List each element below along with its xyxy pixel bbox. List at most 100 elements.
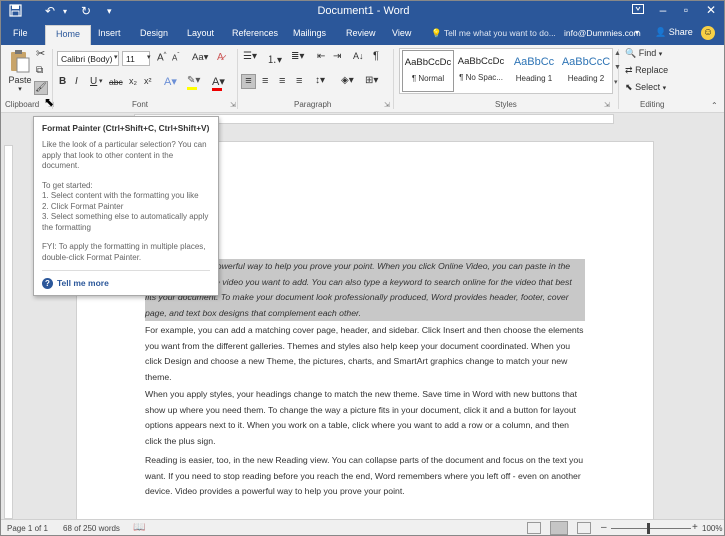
bold-icon[interactable]: B bbox=[59, 76, 66, 87]
styles-group-label: Styles bbox=[495, 100, 517, 109]
tab-view[interactable]: View bbox=[392, 28, 411, 38]
align-center-icon[interactable]: ≡ bbox=[262, 75, 268, 87]
minimize-icon[interactable]: – bbox=[652, 3, 674, 17]
change-case-icon[interactable]: Aa▾ bbox=[192, 52, 208, 63]
underline-dropdown-icon[interactable]: ▾ bbox=[99, 77, 103, 85]
strikethrough-icon[interactable]: abc bbox=[109, 77, 123, 87]
tab-home[interactable]: Home bbox=[45, 25, 92, 45]
feedback-smiley-icon[interactable]: ☺ bbox=[701, 26, 715, 40]
highlight-color-swatch bbox=[187, 87, 197, 90]
shrink-font-icon[interactable]: Aˇ bbox=[172, 53, 179, 63]
vertical-ruler[interactable] bbox=[1, 125, 15, 519]
print-layout-icon[interactable] bbox=[550, 521, 568, 535]
find-dropdown-icon[interactable]: ▾ bbox=[659, 51, 663, 58]
select-button[interactable]: ⬉ Select ▾ bbox=[625, 82, 666, 93]
page-count[interactable]: Page 1 of 1 bbox=[7, 524, 48, 533]
close-icon[interactable]: ✕ bbox=[700, 3, 722, 17]
tab-layout[interactable]: Layout bbox=[187, 28, 214, 38]
zoom-level[interactable]: 100% bbox=[702, 524, 722, 533]
tab-references[interactable]: References bbox=[232, 28, 278, 38]
styles-more-icon[interactable]: ▾ bbox=[614, 78, 618, 86]
paragraph[interactable]: For example, you can add a matching cove… bbox=[145, 323, 585, 385]
separator bbox=[393, 49, 394, 109]
tell-me-box[interactable]: 💡 Tell me what you want to do... bbox=[431, 28, 556, 39]
proofing-icon[interactable]: 📖 bbox=[133, 522, 145, 533]
font-launcher-icon[interactable]: ⇲ bbox=[230, 101, 236, 109]
sort-icon[interactable]: A↓ bbox=[353, 51, 364, 61]
zoom-slider-thumb[interactable] bbox=[647, 523, 650, 534]
zoom-out-icon[interactable]: – bbox=[601, 522, 607, 533]
tab-insert[interactable]: Insert bbox=[98, 28, 121, 38]
paragraph[interactable]: When you apply styles, your headings cha… bbox=[145, 387, 585, 449]
tooltip-step: 1. Select content with the formatting yo… bbox=[42, 191, 199, 200]
mouse-pointer-icon: ⬉ bbox=[44, 95, 55, 109]
word-count[interactable]: 68 of 250 words bbox=[63, 524, 120, 533]
borders-icon[interactable]: ⊞▾ bbox=[365, 75, 378, 86]
select-dropdown-icon[interactable]: ▾ bbox=[663, 85, 667, 92]
bullets-icon[interactable]: ☰▾ bbox=[243, 51, 257, 62]
copy-icon[interactable]: ⧉ bbox=[36, 65, 43, 76]
subscript-icon[interactable]: x₂ bbox=[129, 76, 137, 86]
numbering-icon[interactable]: ⒈▾ bbox=[267, 51, 282, 66]
share-button[interactable]: 👤 Share bbox=[655, 27, 693, 38]
highlight-icon[interactable]: ✎▾ bbox=[187, 75, 200, 86]
align-right-icon[interactable]: ≡ bbox=[279, 75, 285, 87]
style-no-spacing[interactable]: AaBbCcDc ¶ No Spac... bbox=[455, 50, 507, 92]
style-normal[interactable]: AaBbCcDc ¶ Normal bbox=[402, 50, 454, 92]
text-effects-icon[interactable]: A▾ bbox=[164, 75, 177, 88]
align-left-icon[interactable]: ≡ bbox=[241, 74, 256, 89]
style-name: ¶ No Spac... bbox=[459, 73, 503, 82]
multilevel-list-icon[interactable]: ≣▾ bbox=[291, 51, 304, 62]
font-name-combo[interactable]: Calibri (Body) bbox=[57, 51, 119, 66]
styles-scroll-up-icon[interactable]: ▲ bbox=[614, 50, 621, 57]
font-size-combo[interactable]: 11 bbox=[122, 51, 150, 66]
tooltip-divider bbox=[42, 270, 210, 271]
paragraph-launcher-icon[interactable]: ⇲ bbox=[384, 101, 390, 109]
replace-icon: ⇄ bbox=[625, 65, 633, 75]
tab-file[interactable]: File bbox=[13, 28, 28, 38]
paste-button[interactable]: Paste ▾ bbox=[7, 49, 33, 93]
style-sample: AaBbCcDc bbox=[404, 57, 452, 68]
replace-button[interactable]: ⇄ Replace bbox=[625, 65, 668, 76]
font-name-dropdown-icon[interactable]: ▾ bbox=[114, 53, 118, 61]
tooltip-fyi: FYI: To apply the formatting in multiple… bbox=[42, 242, 206, 262]
share-label: Share bbox=[668, 27, 693, 37]
ribbon-display-options-icon[interactable] bbox=[627, 3, 649, 17]
restore-icon[interactable]: ▫ bbox=[675, 3, 697, 17]
web-layout-icon[interactable] bbox=[577, 522, 591, 534]
paste-dropdown-icon[interactable]: ▾ bbox=[7, 85, 33, 93]
read-mode-icon[interactable] bbox=[527, 522, 541, 534]
find-button[interactable]: 🔍 Find ▾ bbox=[625, 48, 662, 59]
font-color-icon[interactable]: A▾ bbox=[212, 75, 225, 88]
document-title: Document1 - Word bbox=[317, 5, 410, 17]
justify-icon[interactable]: ≡ bbox=[296, 75, 302, 87]
collapse-ribbon-icon[interactable]: ⌃ bbox=[711, 101, 718, 110]
show-marks-icon[interactable]: ¶ bbox=[373, 50, 379, 62]
shading-icon[interactable]: ◈▾ bbox=[341, 75, 354, 86]
account-dropdown-icon[interactable]: ▾ bbox=[635, 28, 639, 37]
line-spacing-icon[interactable]: ↕▾ bbox=[315, 75, 325, 86]
clear-formatting-icon[interactable]: A̷ bbox=[217, 52, 224, 63]
underline-icon[interactable]: U bbox=[90, 76, 97, 87]
style-heading-2[interactable]: AaBbCcC Heading 2 bbox=[560, 50, 612, 92]
styles-scroll-down-icon[interactable]: ▼ bbox=[614, 64, 621, 71]
increase-indent-icon[interactable]: ⇥ bbox=[333, 51, 341, 62]
tell-me-more-link[interactable]: ? Tell me more bbox=[42, 278, 109, 289]
style-heading-1[interactable]: AaBbCc Heading 1 bbox=[508, 50, 560, 92]
font-color-swatch bbox=[212, 88, 222, 91]
format-painter-icon[interactable]: 🖌 bbox=[34, 81, 48, 95]
tab-mailings[interactable]: Mailings bbox=[293, 28, 326, 38]
superscript-icon[interactable]: x² bbox=[144, 76, 152, 86]
zoom-slider[interactable] bbox=[611, 528, 691, 529]
styles-launcher-icon[interactable]: ⇲ bbox=[604, 101, 610, 109]
account-name[interactable]: info@Dummies.com bbox=[564, 28, 641, 38]
cut-icon[interactable]: ✂ bbox=[36, 47, 45, 60]
tab-review[interactable]: Review bbox=[346, 28, 376, 38]
italic-icon[interactable]: I bbox=[75, 76, 78, 87]
tab-design[interactable]: Design bbox=[140, 28, 168, 38]
decrease-indent-icon[interactable]: ⇤ bbox=[317, 51, 325, 62]
zoom-in-icon[interactable]: + bbox=[692, 522, 698, 533]
grow-font-icon[interactable]: A^ bbox=[157, 52, 167, 63]
font-size-dropdown-icon[interactable]: ▾ bbox=[147, 53, 151, 61]
paragraph[interactable]: Reading is easier, too, in the new Readi… bbox=[145, 453, 585, 500]
